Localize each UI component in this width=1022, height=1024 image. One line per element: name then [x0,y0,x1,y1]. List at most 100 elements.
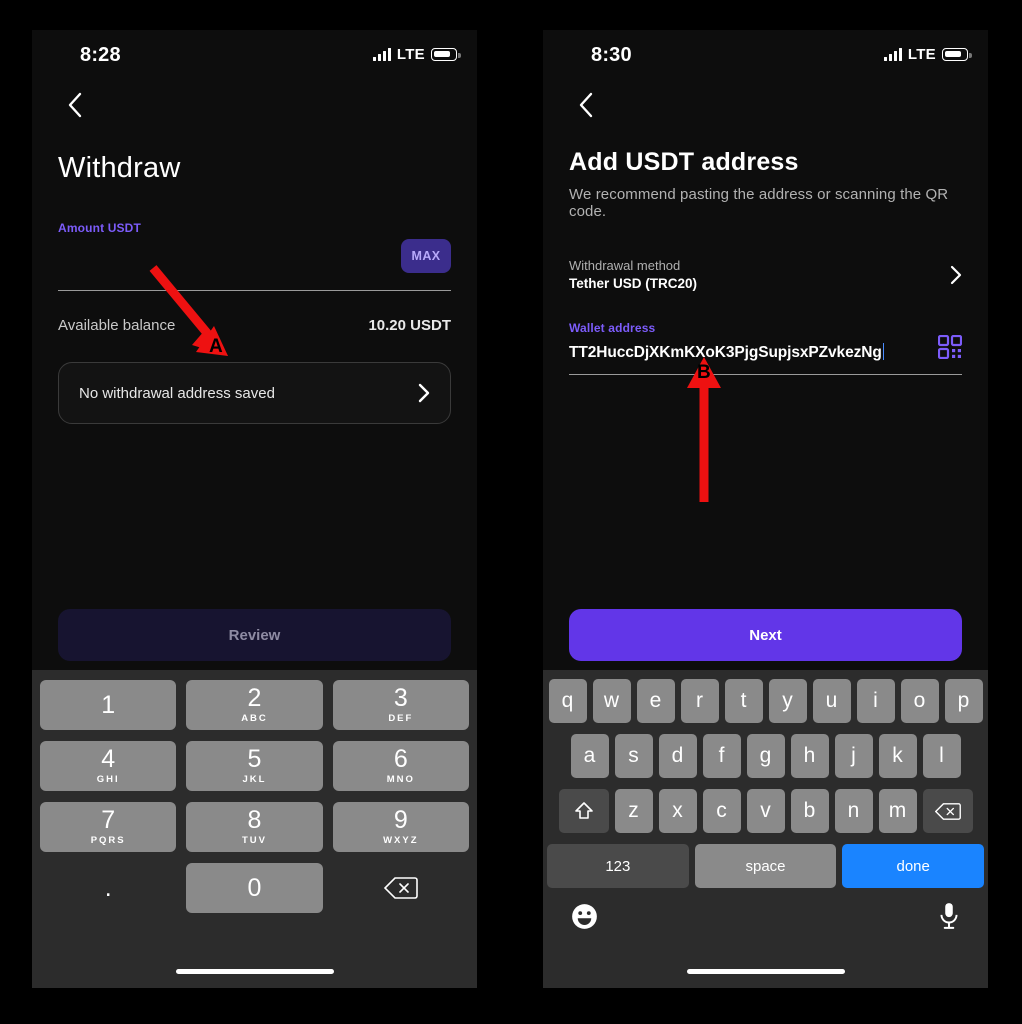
key-digit: 4 [101,745,116,773]
key-2[interactable]: 2 ABC [186,680,323,730]
numbers-key[interactable]: 123 [547,844,689,888]
qwerty-keyboard: q w e r t y u i o p a s d f g h j k l z … [543,670,988,988]
key-n[interactable]: n [834,789,873,833]
balance-value: 10.20 USDT [368,317,451,334]
amount-label: Amount USDT [58,221,141,235]
key-8[interactable]: 8 TUV [186,802,323,852]
emoji-smiley-icon[interactable] [571,903,598,930]
key-letters: GHI [96,774,120,785]
key-digit: 6 [393,745,408,773]
battery-icon [431,48,461,61]
space-key[interactable]: space [694,844,837,888]
key-7[interactable]: 7 PQRS [40,802,177,852]
network-label: LTE [907,46,936,63]
max-button[interactable]: MAX [401,239,451,273]
key-letters: TUV [241,835,267,846]
text-caret [882,343,885,360]
key-d[interactable]: d [658,734,697,778]
page-subtitle: We recommend pasting the address or scan… [569,186,949,220]
keyboard-row-4: 123 space done [543,844,988,888]
status-indicators: LTE [372,46,461,63]
review-button[interactable]: Review [58,609,451,661]
wallet-address-section: Wallet address TT2HuccDjXKmKXoK3PjgSupjs… [569,321,962,375]
key-letters: JKL [242,774,267,785]
key-1[interactable]: 1 [40,680,177,730]
key-6[interactable]: 6 MNO [332,741,469,791]
done-key[interactable]: done [842,844,985,888]
key-3[interactable]: 3 DEF [332,680,469,730]
wallet-address-label: Wallet address [569,321,656,335]
key-k[interactable]: k [878,734,917,778]
key-4[interactable]: 4 GHI [40,741,177,791]
withdrawal-address-card[interactable]: No withdrawal address saved [58,362,451,424]
shift-arrow-icon [574,802,593,819]
status-time: 8:30 [591,44,632,66]
key-u[interactable]: u [812,679,851,723]
key-9[interactable]: 9 WXYZ [332,802,469,852]
key-w[interactable]: w [592,679,631,723]
key-a[interactable]: a [570,734,609,778]
key-digit: 1 [101,690,116,719]
key-e[interactable]: e [636,679,675,723]
withdrawal-method-row[interactable]: Withdrawal method Tether USD (TRC20) [569,258,962,291]
key-letters: ABC [241,713,268,724]
key-s[interactable]: s [614,734,653,778]
key-digit: 5 [247,745,262,773]
key-digit: 8 [247,806,262,834]
key-b[interactable]: b [790,789,829,833]
key-g[interactable]: g [746,734,785,778]
available-balance-row: Available balance 10.20 USDT [58,317,451,334]
wallet-address-input[interactable]: TT2HuccDjXKmKXoK3PjgSupjsxPZvkezNg [569,335,962,375]
screenshot-canvas: 8:28 LTE Withdraw Amount USDT MAX Availa… [0,0,1022,1024]
home-indicator [175,969,334,974]
chevron-left-icon [68,92,82,118]
qr-code-scan-icon[interactable] [938,335,962,359]
withdrawal-method-label: Withdrawal method [569,258,681,273]
status-bar-left: 8:28 LTE [32,30,477,82]
key-digit: 3 [393,684,408,712]
keyboard-row-2: a s d f g h j k l [543,734,988,778]
amount-input-field[interactable]: MAX [58,239,451,291]
keyboard-footer [543,888,988,930]
key-h[interactable]: h [790,734,829,778]
withdrawal-address-text: No withdrawal address saved [79,384,275,402]
amount-section: Amount USDT MAX [58,221,451,291]
key-j[interactable]: j [834,734,873,778]
key-t[interactable]: t [724,679,763,723]
key-letters: MNO [386,774,415,785]
key-0[interactable]: 0 [186,863,323,913]
numeric-keypad: 1 2 ABC 3 DEF 4 GHI 5 JKL 6 MNO 7 PQRS 8 TUV 9W… [32,670,477,988]
key-v[interactable]: v [746,789,785,833]
key-m[interactable]: m [878,789,917,833]
key-f[interactable]: f [702,734,741,778]
nav-bar-right [543,82,988,134]
key-p[interactable]: p [944,679,983,723]
key-y[interactable]: y [768,679,807,723]
key-letters: DEF [388,713,414,724]
add-address-content: Add USDT address We recommend pasting th… [543,148,988,375]
key-l[interactable]: l [922,734,961,778]
shift-key[interactable] [558,789,609,833]
next-button[interactable]: Next [569,609,962,661]
backspace-icon [934,802,961,820]
back-button[interactable] [58,88,92,122]
key-z[interactable]: z [614,789,653,833]
key-5[interactable]: 5 JKL [186,741,323,791]
phone-screen-add-address: 8:30 LTE Add USDT address We recommend p… [543,30,988,988]
key-i[interactable]: i [856,679,895,723]
backspace-key[interactable] [922,789,973,833]
withdraw-content: Withdraw Amount USDT MAX Available balan… [32,152,477,424]
key-o[interactable]: o [900,679,939,723]
key-x[interactable]: x [658,789,697,833]
back-button[interactable] [569,88,603,122]
key-decimal[interactable]: . [40,863,176,913]
key-c[interactable]: c [702,789,741,833]
key-backspace[interactable] [333,863,469,913]
numeric-keypad-grid: 1 2 ABC 3 DEF 4 GHI 5 JKL 6 MNO 7 PQRS 8 TUV 9W… [32,670,477,913]
page-title: Add USDT address [569,148,799,176]
home-indicator [686,969,845,974]
key-r[interactable]: r [680,679,719,723]
key-q[interactable]: q [548,679,587,723]
key-digit: . [104,873,112,902]
microphone-icon[interactable] [938,902,960,930]
